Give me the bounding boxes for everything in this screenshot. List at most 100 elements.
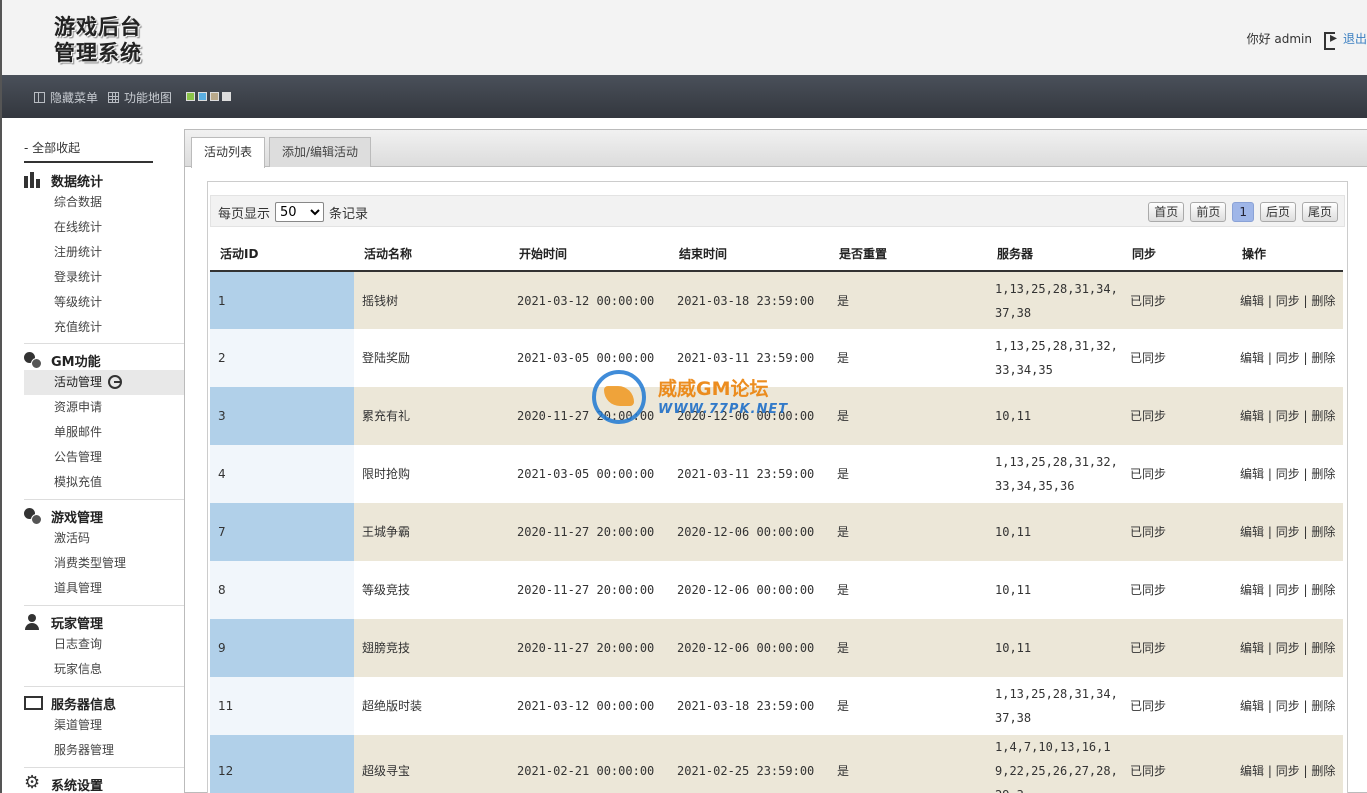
actions-cell: 编辑 | 同步 | 删除 [1232,735,1343,793]
tab-add-edit-activity[interactable]: 添加/编辑活动 [269,137,372,167]
delete-link[interactable]: 删除 [1311,525,1335,539]
sidebar-item-consume-type[interactable]: 消费类型管理 [24,551,186,576]
theme-swatch[interactable] [186,92,195,101]
start-time-cell: 2021-02-21 00:00:00 [509,735,669,793]
edit-link[interactable]: 编辑 [1240,699,1264,713]
sidebar-item-overview[interactable]: 综合数据 [24,190,186,215]
sync-status-cell: 已同步 [1122,271,1232,329]
nav-group-title[interactable]: 数据统计 [24,170,186,190]
sidebar-item-mock-recharge[interactable]: 模拟充值 [24,470,186,495]
edit-link[interactable]: 编辑 [1240,764,1264,778]
logout-link[interactable]: 退出 [1343,30,1367,47]
table-row: 4 限时抢购 2021-03-05 00:00:00 2021-03-11 23:59… [210,445,1343,503]
delete-link[interactable]: 删除 [1311,409,1335,423]
nav-group-title[interactable]: 游戏管理 [24,506,186,526]
delete-link[interactable]: 删除 [1311,467,1335,481]
nav-group-title[interactable]: 玩家管理 [24,612,186,632]
function-map-button[interactable]: 功能地图 [108,89,172,106]
page-size-select[interactable]: 50 [275,202,325,222]
delete-link[interactable]: 删除 [1311,583,1335,597]
sidebar-item-level[interactable]: 等级统计 [24,290,186,315]
sidebar-item-recharge[interactable]: 充值统计 [24,315,186,340]
edit-link[interactable]: 编辑 [1240,583,1264,597]
start-time-cell: 2020-11-27 20:00:00 [509,387,669,445]
edit-link[interactable]: 编辑 [1240,351,1264,365]
sync-status-cell: 已同步 [1122,445,1232,503]
delete-link[interactable]: 删除 [1311,351,1335,365]
sidebar-item-notice[interactable]: 公告管理 [24,445,186,470]
sync-link[interactable]: 同步 [1276,641,1300,655]
column-header[interactable]: 服务器 [987,237,1122,272]
collapse-all-link[interactable]: - 全部收起 [24,139,153,163]
sidebar: - 全部收起 数据统计 综合数据 在线统计 注册统计 登录统计 等级统计 充值统… [0,118,186,793]
sidebar-item-register[interactable]: 注册统计 [24,240,186,265]
servers-cell: 1,13,25,28,31,34,37,38 [987,677,1122,735]
last-page-button[interactable]: 尾页 [1301,202,1338,222]
gears-icon [24,508,42,525]
sidebar-item-channel[interactable]: 渠道管理 [24,713,186,738]
activity-name-cell: 等级竞技 [354,561,509,619]
column-header[interactable]: 操作 [1232,237,1343,272]
column-header[interactable]: 开始时间 [509,237,669,272]
edit-link[interactable]: 编辑 [1240,294,1264,308]
divider [24,767,186,768]
column-header[interactable]: 活动ID [210,237,354,272]
activity-id-cell: 1 [210,271,354,329]
table-row: 7 王城争霸 2020-11-27 20:00:00 2020-12-06 00:00… [210,503,1343,561]
hide-menu-button[interactable]: 隐藏菜单 [34,89,98,106]
column-header[interactable]: 活动名称 [354,237,509,272]
nav-group-title[interactable]: 系统设置 [24,772,186,793]
theme-swatch[interactable] [210,92,219,101]
delete-link[interactable]: 删除 [1311,699,1335,713]
actions-cell: 编辑 | 同步 | 删除 [1232,503,1343,561]
next-page-button[interactable]: 后页 [1259,202,1296,222]
edit-link[interactable]: 编辑 [1240,409,1264,423]
nav-group-title[interactable]: 服务器信息 [24,693,186,713]
actions-cell: 编辑 | 同步 | 删除 [1232,387,1343,445]
edit-link[interactable]: 编辑 [1240,641,1264,655]
edit-link[interactable]: 编辑 [1240,525,1264,539]
table-row: 9 翅膀竞技 2020-11-27 20:00:00 2020-12-06 00:00… [210,619,1343,677]
column-header[interactable]: 结束时间 [669,237,829,272]
actions-cell: 编辑 | 同步 | 删除 [1232,271,1343,329]
sync-status-cell: 已同步 [1122,619,1232,677]
logout-icon[interactable] [1323,30,1338,50]
theme-swatch[interactable] [222,92,231,101]
column-header[interactable]: 是否重置 [829,237,987,272]
sidebar-item-mail[interactable]: 单服邮件 [24,420,186,445]
end-time-cell: 2021-03-18 23:59:00 [669,677,829,735]
prev-page-button[interactable]: 前页 [1190,202,1227,222]
sidebar-item-server-manage[interactable]: 服务器管理 [24,738,186,763]
first-page-button[interactable]: 首页 [1148,202,1185,222]
sync-link[interactable]: 同步 [1276,294,1300,308]
tab-activity-list[interactable]: 活动列表 [191,137,266,168]
current-page-button[interactable]: 1 [1232,202,1254,222]
sync-link[interactable]: 同步 [1276,525,1300,539]
end-time-cell: 2020-12-06 00:00:00 [669,503,829,561]
delete-link[interactable]: 删除 [1311,764,1335,778]
sync-link[interactable]: 同步 [1276,467,1300,481]
theme-swatch[interactable] [198,92,207,101]
nav-group-title[interactable]: GM功能 [24,350,186,370]
sidebar-item-items[interactable]: 道具管理 [24,576,186,601]
sync-link[interactable]: 同步 [1276,409,1300,423]
sync-link[interactable]: 同步 [1276,351,1300,365]
activity-name-cell: 王城争霸 [354,503,509,561]
sidebar-item-login[interactable]: 登录统计 [24,265,186,290]
table-header-row: 活动ID 活动名称 开始时间 结束时间 是否重置 服务器 同步 操作 [210,237,1343,272]
delete-link[interactable]: 删除 [1311,294,1335,308]
sync-link[interactable]: 同步 [1276,583,1300,597]
sidebar-item-resource[interactable]: 资源申请 [24,395,186,420]
sidebar-item-activation-code[interactable]: 激活码 [24,526,186,551]
sync-link[interactable]: 同步 [1276,699,1300,713]
table-row: 8 等级竞技 2020-11-27 20:00:00 2020-12-06 00:00… [210,561,1343,619]
sidebar-item-activity[interactable]: 活动管理 [24,370,186,395]
edit-link[interactable]: 编辑 [1240,467,1264,481]
sync-link[interactable]: 同步 [1276,764,1300,778]
sidebar-item-online[interactable]: 在线统计 [24,215,186,240]
activity-id-cell: 12 [210,735,354,793]
delete-link[interactable]: 删除 [1311,641,1335,655]
sidebar-item-player-info[interactable]: 玩家信息 [24,657,186,682]
column-header[interactable]: 同步 [1122,237,1232,272]
sidebar-item-log-query[interactable]: 日志查询 [24,632,186,657]
